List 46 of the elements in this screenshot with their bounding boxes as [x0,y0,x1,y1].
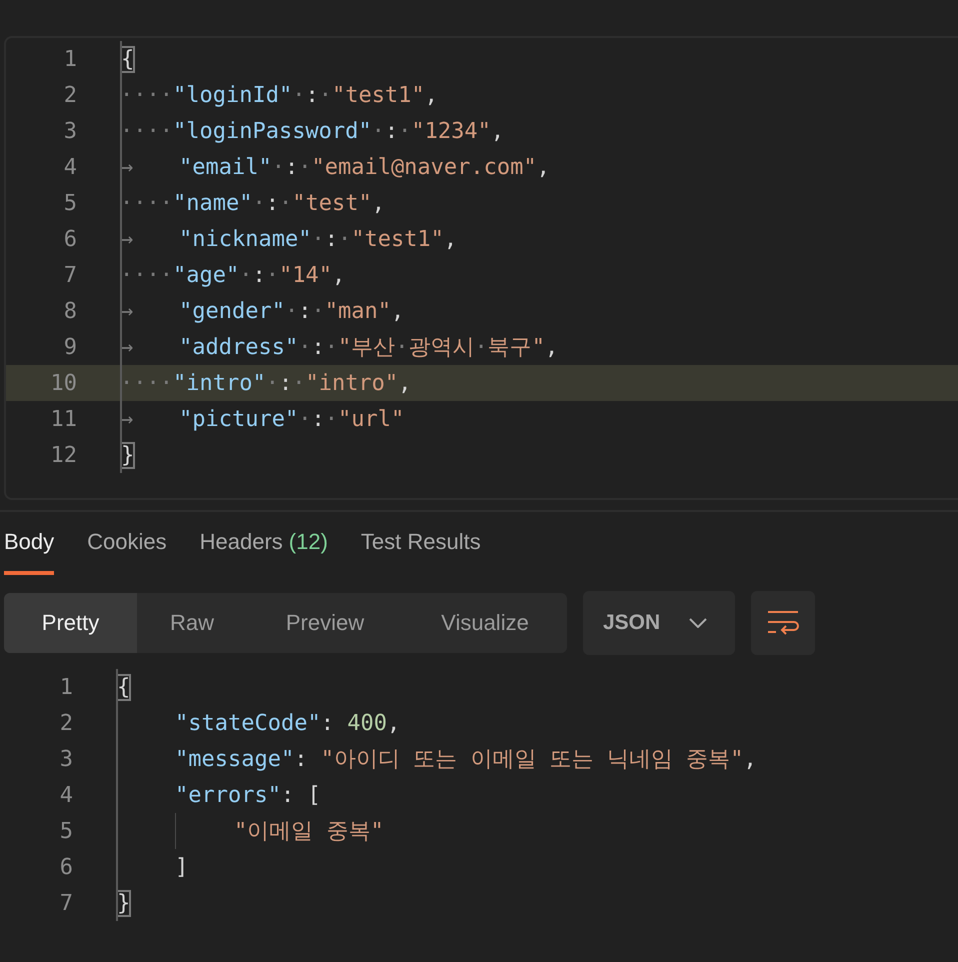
line-number: 9 [62,334,77,360]
code-line: 6 ] [0,849,958,885]
line-number: 12 [50,442,77,468]
line-number: 1 [58,674,73,700]
line-number: 6 [62,226,77,252]
line-number: 5 [58,818,73,844]
response-tab[interactable]: Cookies [87,529,167,575]
response-tab[interactable]: Body [4,529,54,575]
code-line: 3 ····"loginPassword"·:·"1234", [6,113,958,149]
request-body-editor[interactable] [4,36,958,500]
header-count: (12) [288,529,328,555]
code-line: 1 { [6,41,958,77]
view-mode-tab[interactable]: Preview [247,593,403,653]
line-number: 3 [58,746,73,772]
code-line: 7 } [0,885,958,921]
chevron-down-icon [689,618,707,628]
line-number: 4 [58,782,73,808]
line-number: 11 [50,406,77,432]
line-number: 5 [62,190,77,216]
line-number: 6 [58,854,73,880]
line-number: 8 [62,298,77,324]
wrap-lines-button[interactable] [751,591,815,655]
code-line: 2 ····"loginId"·:·"test1", [6,77,958,113]
line-number: 10 [50,370,77,396]
line-number: 3 [62,118,77,144]
code-line: 5 ····"name"·:·"test", [6,185,958,221]
view-mode-tab[interactable]: Pretty [4,593,137,653]
response-tab[interactable]: Headers (12) [200,529,328,575]
code-line: 4 "errors": [ [0,777,958,813]
line-number: 2 [62,82,77,108]
response-tab[interactable]: Test Results [360,529,481,575]
code-line: 3 "message": "아이디 또는 이메일 또는 닉네임 중복", [0,741,958,777]
code-line: 2 "stateCode": 400, [0,705,958,741]
line-number: 4 [62,154,77,180]
line-number: 1 [62,46,77,72]
line-number: 7 [62,262,77,288]
format-dropdown[interactable]: JSON [583,591,735,655]
code-line: 7 ····"age"·:·"14", [6,257,958,293]
line-number: 2 [58,710,73,736]
code-line: 12 } [6,437,958,473]
wrap-lines-icon [767,610,799,636]
line-number: 7 [58,890,73,916]
view-mode-tab[interactable]: Raw [137,593,247,653]
code-line: 5 "이메일 중복" [0,813,958,849]
view-mode-tab[interactable]: Visualize [403,593,567,653]
code-line: 1 { [0,669,958,705]
